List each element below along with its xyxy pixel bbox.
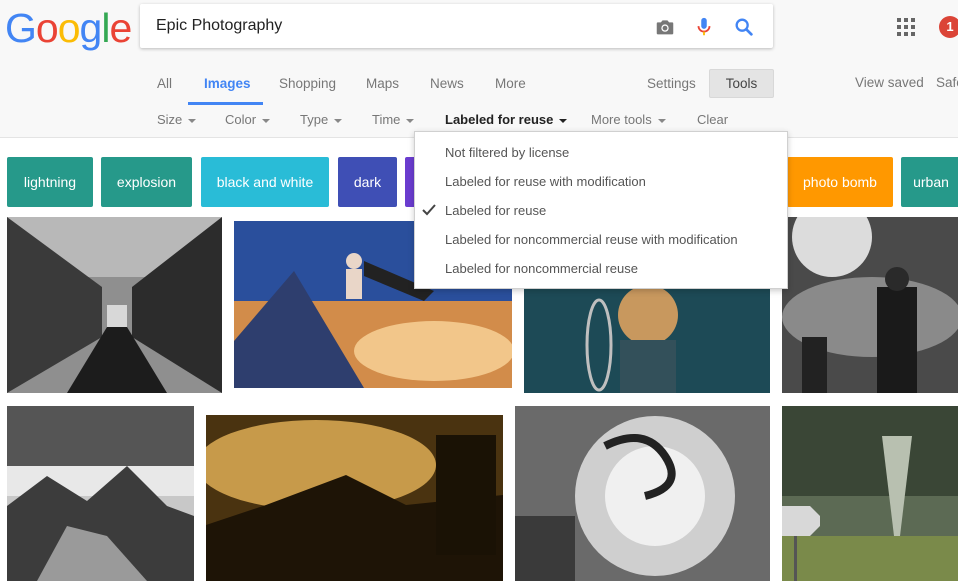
notification-badge[interactable]: 1 — [939, 16, 958, 38]
header-bar: Google Epic Photography 1 All Images Sho… — [0, 0, 958, 138]
tornado-thumbnail — [782, 406, 958, 581]
caret-down-icon — [262, 118, 271, 123]
tab-maps[interactable]: Maps — [366, 76, 399, 92]
time-filter[interactable]: Time — [372, 112, 415, 128]
license-filter[interactable]: Labeled for reuse — [445, 112, 568, 128]
more-tools-filter[interactable]: More tools — [591, 112, 666, 128]
chip-urban[interactable]: urban — [901, 157, 958, 207]
image-result-concert[interactable] — [782, 217, 958, 393]
size-filter-label: Size — [157, 112, 183, 127]
image-result-canal[interactable] — [7, 217, 222, 393]
logo-letter: o — [57, 5, 81, 51]
camera-icon[interactable] — [654, 16, 676, 38]
license-filter-label: Labeled for reuse — [445, 112, 554, 127]
chip-label: dark — [353, 174, 382, 190]
smoke-art-thumbnail — [515, 406, 770, 581]
tab-all[interactable]: All — [157, 76, 172, 92]
caret-down-icon — [334, 118, 343, 123]
rocky-coast-thumbnail — [7, 406, 194, 581]
logo-letter: G — [5, 5, 37, 51]
chip-photo-bomb[interactable]: photo bomb — [787, 157, 893, 207]
menu-item-noncommercial-reuse[interactable]: Labeled for noncommercial reuse — [445, 261, 638, 277]
check-icon — [422, 204, 436, 216]
caret-down-icon — [406, 118, 415, 123]
view-saved-link[interactable]: View saved — [855, 75, 924, 91]
chip-label: black and white — [216, 174, 314, 190]
size-filter[interactable]: Size — [157, 112, 197, 128]
sepia-landscape-thumbnail — [206, 415, 503, 581]
search-input[interactable]: Epic Photography — [156, 15, 282, 37]
microphone-icon[interactable] — [693, 16, 715, 38]
menu-item-noncommercial-with-modification[interactable]: Labeled for noncommercial reuse with mod… — [445, 232, 738, 248]
tab-more[interactable]: More — [495, 76, 526, 92]
apps-grid-icon[interactable] — [897, 18, 915, 36]
chip-explosion[interactable]: explosion — [101, 157, 192, 207]
color-filter[interactable]: Color — [225, 112, 271, 128]
safe-search-link[interactable]: Safe — [936, 75, 958, 91]
search-box[interactable]: Epic Photography — [140, 4, 773, 48]
type-filter-label: Type — [300, 112, 329, 127]
logo-letter: o — [35, 5, 59, 51]
menu-item-not-filtered[interactable]: Not filtered by license — [445, 145, 569, 161]
chip-label: lightning — [23, 174, 77, 190]
settings-link[interactable]: Settings — [647, 76, 696, 92]
tab-news[interactable]: News — [430, 76, 464, 92]
caret-down-icon — [188, 118, 197, 123]
license-dropdown-menu: Not filtered by license Labeled for reus… — [414, 131, 788, 289]
logo-letter: g — [79, 5, 103, 51]
google-logo[interactable]: Google — [5, 5, 132, 51]
caret-down-icon — [559, 118, 568, 123]
search-icon[interactable] — [733, 16, 755, 38]
tools-button[interactable]: Tools — [709, 69, 774, 98]
time-filter-label: Time — [372, 112, 401, 127]
chip-label: photo bomb — [803, 174, 877, 190]
chip-black-and-white[interactable]: black and white — [201, 157, 329, 207]
more-tools-label: More tools — [591, 112, 652, 127]
canal-thumbnail — [7, 217, 222, 393]
clear-filters-link[interactable]: Clear — [697, 112, 728, 128]
type-filter[interactable]: Type — [300, 112, 343, 128]
concert-thumbnail — [782, 217, 958, 393]
caret-down-icon — [657, 118, 666, 123]
chip-label: explosion — [116, 174, 177, 190]
logo-letter: e — [109, 5, 132, 51]
menu-item-reuse[interactable]: Labeled for reuse — [445, 203, 546, 219]
image-result-sepia-landscape[interactable] — [206, 415, 503, 581]
tab-images[interactable]: Images — [204, 76, 251, 92]
image-result-smoke-art[interactable] — [515, 406, 770, 581]
image-result-tornado[interactable] — [782, 406, 958, 581]
image-result-hoop-girl[interactable] — [524, 285, 770, 393]
tab-shopping[interactable]: Shopping — [279, 76, 336, 92]
chip-lightning[interactable]: lightning — [7, 157, 93, 207]
chip-dark[interactable]: dark — [338, 157, 397, 207]
color-filter-label: Color — [225, 112, 257, 127]
chip-label: urban — [913, 174, 949, 190]
hoop-girl-thumbnail — [524, 285, 770, 393]
active-tab-indicator — [188, 102, 263, 105]
image-result-rocky-coast[interactable] — [7, 406, 194, 581]
menu-item-reuse-with-modification[interactable]: Labeled for reuse with modification — [445, 174, 646, 190]
